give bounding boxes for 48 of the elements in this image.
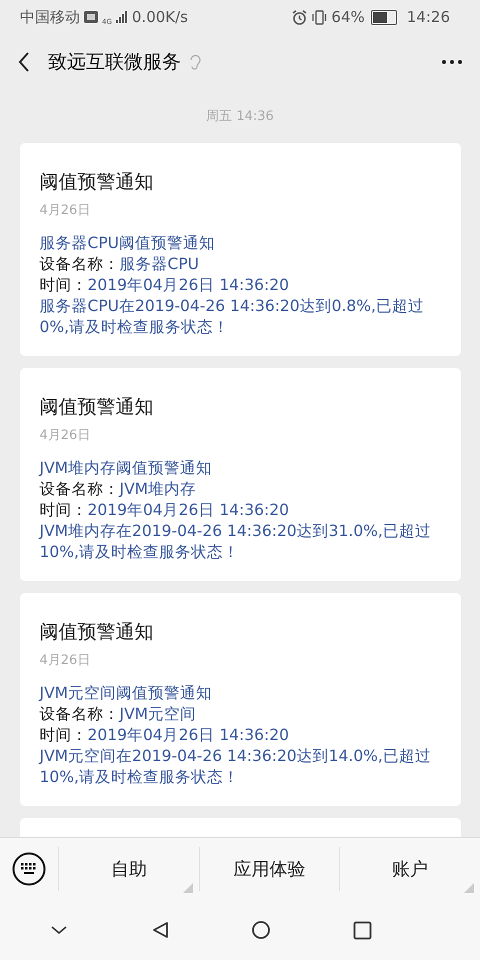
hd-icon bbox=[84, 11, 98, 23]
network-speed: 0.00K/s bbox=[132, 8, 188, 26]
chat-title: 致远互联微服务 bbox=[48, 50, 181, 75]
field-label: 设备名称： bbox=[40, 705, 120, 723]
card-title: 阈值预警通知 bbox=[40, 395, 154, 420]
field-value: 2019年04月26日 14:36:20 bbox=[88, 501, 289, 519]
field-value: JVM元空间 bbox=[120, 705, 196, 723]
battery-icon bbox=[370, 10, 397, 24]
card-title: 阈值预警通知 bbox=[40, 620, 154, 645]
card-date: 4月26日 bbox=[40, 202, 92, 219]
message-card[interactable]: 阈值预警通知 4月26日 JVM元空间阈值预警通知 设备名称：JVM元空间 时间：2019年04月26日 14:36:20 JVM元空间在2019-04-26 14:36:20达到14.0%,已超过10%,请及时检查服务状态！ bbox=[20, 593, 460, 806]
message-subject: 服务器CPU阈值预警通知 bbox=[40, 233, 216, 254]
field-value: 服务器CPU bbox=[120, 255, 200, 273]
recents-square-icon bbox=[353, 920, 372, 940]
vibrate-icon bbox=[311, 10, 328, 24]
menu-item[interactable]: 账户 bbox=[339, 847, 480, 891]
message-detail: JVM元空间在2019-04-26 14:36:20达到14.0%,已超过10%,请及时检查服务状态！ bbox=[40, 746, 432, 788]
card-title: 阈值预警通知 bbox=[40, 170, 154, 195]
message-subject: JVM元空间阈值预警通知 bbox=[40, 683, 214, 704]
message-detail: JVM堆内存在2019-04-26 14:36:20达到31.0%,已超过10%,请及时检查服务状态！ bbox=[40, 521, 432, 563]
field-label: 时间： bbox=[40, 501, 88, 519]
ear-icon bbox=[189, 54, 201, 70]
more-icon bbox=[442, 60, 462, 64]
field-label: 设备名称： bbox=[40, 255, 120, 273]
menu-item[interactable]: 应用体验 bbox=[198, 847, 340, 891]
field-value: 2019年04月26日 14:36:20 bbox=[88, 726, 289, 744]
battery-percent: 64% bbox=[331, 8, 365, 26]
clock-time: 14:26 bbox=[406, 8, 450, 26]
message-subject: JVM堆内存阈值预警通知 bbox=[40, 458, 214, 479]
message-timestamp: 周五 14:36 bbox=[206, 108, 274, 125]
field-value: JVM堆内存 bbox=[120, 480, 196, 498]
message-card[interactable]: 阈值预警通知 4月26日 JVM堆内存阈值预警通知 设备名称：JVM堆内存 时间：2019年04月26日 14:36:20 JVM堆内存在2019-04-26 14:36:20达到31.0%,已超过10%,请及时检查服务状态！ bbox=[20, 368, 460, 581]
card-date: 4月26日 bbox=[40, 652, 92, 669]
field-label: 时间： bbox=[40, 726, 88, 744]
field-label: 时间： bbox=[40, 276, 88, 294]
message-detail: 服务器CPU在2019-04-26 14:36:20达到0.8%,已超过0%,请及时检查服务状态！ bbox=[40, 296, 425, 338]
home-circle-icon bbox=[252, 920, 271, 940]
alarm-icon bbox=[292, 10, 308, 24]
back-icon bbox=[18, 52, 30, 72]
menu-item[interactable]: 自助 bbox=[58, 847, 199, 891]
field-label: 设备名称： bbox=[40, 480, 120, 498]
back-triangle-icon bbox=[151, 920, 170, 940]
card-date: 4月26日 bbox=[40, 427, 92, 444]
message-card[interactable]: 阈值预警通知 4月26日 服务器CPU阈值预警通知 设备名称：服务器CPU 时间：2019年04月26日 14:36:20 服务器CPU在2019-04-26 14:36:20达到0.8%,已超过0%,请及时检查服务状态！ bbox=[20, 143, 460, 356]
keyboard-icon bbox=[12, 852, 46, 886]
carrier-text: 中国移动 bbox=[20, 8, 80, 26]
field-value: 2019年04月26日 14:36:20 bbox=[88, 276, 289, 294]
signal-icon bbox=[116, 11, 128, 23]
